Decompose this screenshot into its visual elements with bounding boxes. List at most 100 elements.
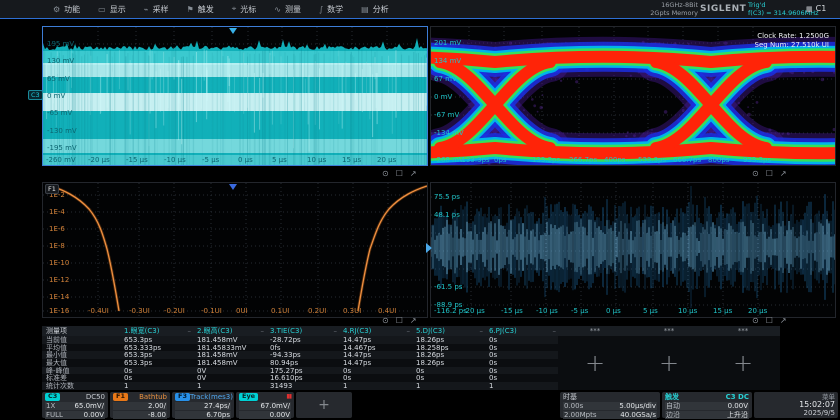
channel-c3-status-box[interactable]: C3 DC50 1X65.0mV/ FULL0.00V xyxy=(42,392,108,418)
measure-column-title: 1.眼宽(C3) xyxy=(124,327,159,335)
measure-column-header[interactable]: 2.眼高(C3)– xyxy=(193,327,266,335)
menu-item-acquire[interactable]: ⌁ 采样 xyxy=(135,0,178,18)
add-trace-box[interactable]: + xyxy=(296,392,352,418)
table-row: 标准差0s0V16.610ps0s0s0s xyxy=(42,374,558,382)
collapse-column-icon[interactable]: – xyxy=(553,327,557,335)
menu-item-trigger[interactable]: ⚑触发 xyxy=(178,0,223,18)
measurement-area: 测量项1.眼宽(C3)–2.眼高(C3)–3.TIE(C3)–4.RJ(C3)–… xyxy=(42,326,780,390)
jitter-track-panel[interactable]: 75.5 ps48.1 ps-61.5 ps-88.9 ps-116.2 ps-… xyxy=(430,182,836,318)
measure-value: 1 xyxy=(485,382,558,390)
eye-info-readout: Clock Rate: 1.2500G Seg Num: 27.510k UI xyxy=(755,32,829,50)
pause-icon: ▮▮ xyxy=(286,393,291,401)
jitter-track-plot xyxy=(431,183,835,317)
collapse-column-icon[interactable]: – xyxy=(480,327,484,335)
eye-badge: Eye xyxy=(239,393,258,401)
measure-column-header[interactable]: 6.PJ(C3) – xyxy=(485,327,558,335)
oscilloscope-screen: ⚙功能▭显示 ⌁ 采样 ⚑触发⌖光标∿测量∫数学▤分析 16GHz-8Bit 2Gpt… xyxy=(0,0,840,420)
menu-item-label: 分析 xyxy=(373,4,389,15)
measure-value: 1 xyxy=(339,382,412,390)
camera-icon[interactable]: ⊙ xyxy=(382,170,389,178)
f3-offset: 6.70ps xyxy=(206,411,230,419)
f1-offset: -8.00 xyxy=(148,411,166,419)
collapse-column-icon[interactable]: – xyxy=(188,327,192,335)
measure-column-header[interactable]: 5.DJ(C3) – xyxy=(412,327,485,335)
add-measurement-slot: *** + xyxy=(632,326,706,390)
menu-item-math[interactable]: ∫数学 xyxy=(310,0,352,18)
measure-column-title: 4.RJ(C3) xyxy=(343,327,371,335)
camera-icon[interactable]: ⊙ xyxy=(382,317,389,325)
menu-item-measure[interactable]: ∿测量 xyxy=(265,0,310,18)
channel-indicator[interactable]: ▦ C1 xyxy=(806,4,826,13)
collapse-column-icon[interactable]: – xyxy=(407,327,411,335)
trigger-box[interactable]: 触发C3 DC 自动0.00V 边沿上升沿 xyxy=(662,392,752,418)
camera-icon[interactable]: ⊙ xyxy=(752,317,759,325)
bathtub-center-marker[interactable] xyxy=(229,184,237,190)
menu-item-cursor[interactable]: ⌖光标 xyxy=(223,0,266,18)
menu-items: ⚙功能▭显示 ⌁ 采样 ⚑触发⌖光标∿测量∫数学▤分析 xyxy=(44,0,398,18)
menu-item-label: 采样 xyxy=(153,4,169,15)
menu-item-analysis[interactable]: ▤分析 xyxy=(352,0,398,18)
f1-badge: F1 xyxy=(113,393,128,401)
channel-c3-tab[interactable]: C3 xyxy=(28,90,43,100)
menu-item-function[interactable]: ⚙功能 xyxy=(44,0,89,18)
measure-column-header[interactable]: 3.TIE(C3)– xyxy=(266,327,339,335)
waveform-plot xyxy=(43,27,427,165)
trigger-source: C3 DC xyxy=(726,393,749,401)
trigger-position-marker[interactable] xyxy=(229,28,237,34)
eye-status-box[interactable]: Eye ▮▮ 67.0mV/ 0.00V xyxy=(236,392,294,418)
probe-attenuation: 1X xyxy=(46,402,55,410)
clock-rate-label: Clock Rate: 1.2500G xyxy=(755,32,829,41)
table-row: 最小值653.3ps181.458mV-94.33ps14.47ps18.26p… xyxy=(42,351,558,359)
f1-title: Bathtub xyxy=(139,393,167,401)
bathtub-panel[interactable]: 1E-21E-41E-61E-81E-101E-121E-141E-16-0.4… xyxy=(42,182,428,318)
grid-icon: ▦ xyxy=(806,5,813,13)
measurement-table: 测量项1.眼宽(C3)–2.眼高(C3)–3.TIE(C3)–4.RJ(C3)–… xyxy=(42,326,558,390)
trigger-type: 边沿 xyxy=(666,411,680,419)
measure-column-header[interactable]: 4.RJ(C3) – xyxy=(339,327,412,335)
camera-icon[interactable]: ⊙ xyxy=(752,170,759,178)
track-level-marker[interactable] xyxy=(426,243,432,253)
undock-icon[interactable]: ↗ xyxy=(410,170,417,178)
collapse-column-icon[interactable]: – xyxy=(334,327,338,335)
status-bar-spacer xyxy=(354,392,558,418)
f3-status-box[interactable]: F3 Track(mes3) 27.4ps/ 6.70ps xyxy=(172,392,234,418)
acq-bandwidth-label: 16GHz-8Bit xyxy=(650,1,698,9)
fullscreen-icon[interactable]: ☐ xyxy=(766,317,773,325)
math-icon: ∫ xyxy=(319,5,323,14)
undock-icon[interactable]: ↗ xyxy=(780,170,787,178)
f1-status-box[interactable]: F1 Bathtub 2.00/ -8.00 xyxy=(110,392,170,418)
menu-item-label: 触发 xyxy=(198,4,214,15)
undock-icon[interactable]: ↗ xyxy=(410,317,417,325)
waveform-panel[interactable]: 195 mV130 mV65 mV0 mV-65 mV-130 mV-195 m… xyxy=(42,26,428,166)
acquire-icon: ⌁ xyxy=(144,5,149,14)
table-row: 最大值653.3ps181.458mV80.94ps14.47ps18.26ps… xyxy=(42,359,558,367)
seg-num-label: Seg Num: 27.510k UI xyxy=(755,41,829,50)
f3-title: Track(mes3) xyxy=(190,393,233,401)
undock-icon[interactable]: ↗ xyxy=(780,317,787,325)
fullscreen-icon[interactable]: ☐ xyxy=(396,170,403,178)
table-row: 峰-峰值0s0V175.27ps0s0s0s xyxy=(42,367,558,375)
clock-time: 15:02:07 xyxy=(799,401,835,409)
bathtub-panel-toolbar: ⊙ ☐ ↗ xyxy=(382,317,417,325)
add-measurement-button[interactable]: + xyxy=(585,336,605,390)
collapse-column-icon[interactable]: – xyxy=(261,327,265,335)
trigger-level: 0.00V xyxy=(728,402,748,410)
measure-column-title: 5.DJ(C3) xyxy=(416,327,445,335)
measure-icon: ∿ xyxy=(274,5,281,14)
add-measurement-button[interactable]: + xyxy=(659,336,679,390)
sample-rate: 40.0GSa/s xyxy=(620,411,656,419)
fullscreen-icon[interactable]: ☐ xyxy=(396,317,403,325)
measure-column-header[interactable]: 1.眼宽(C3) – xyxy=(120,327,193,335)
timebase-box[interactable]: 时基 0.00s5.00μs/div 2.00Mpts40.0GSa/s xyxy=(560,392,660,418)
fullscreen-icon[interactable]: ☐ xyxy=(766,170,773,178)
add-measurement-button[interactable]: + xyxy=(733,336,753,390)
trace-f1-tab[interactable]: F1 xyxy=(45,184,59,194)
channel-badge: C3 xyxy=(45,393,60,401)
eye-diagram-panel[interactable]: 201 mV134 mV67 mV0 mV-67 mV-134 mV-268 m… xyxy=(430,26,836,166)
trigger-title: 触发 xyxy=(665,393,679,401)
menu-item-display[interactable]: ▭显示 xyxy=(89,0,135,18)
measure-column-title: 6.PJ(C3) xyxy=(489,327,517,335)
acquisition-info: 16GHz-8Bit 2Gpts Memory xyxy=(650,1,698,17)
add-measurement-slot: *** + xyxy=(558,326,632,390)
clock-box[interactable]: 菜单 15:02:07 2025/9/5 xyxy=(754,392,838,418)
